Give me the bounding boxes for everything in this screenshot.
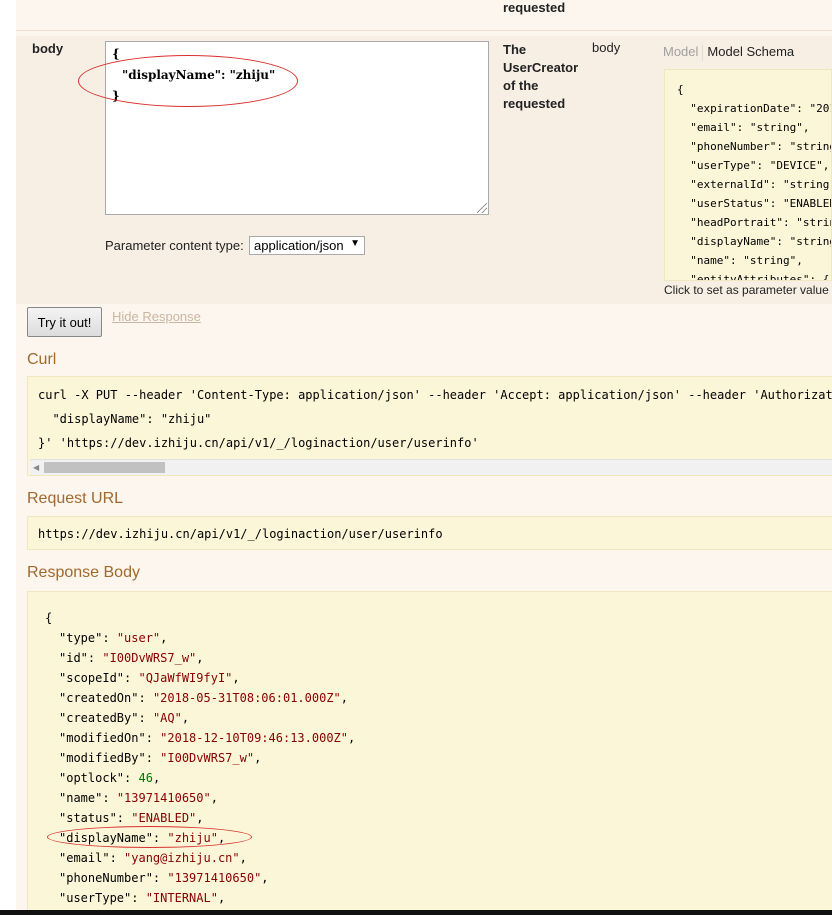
schema-line: "userType": "DEVICE", (677, 159, 830, 172)
response-field-line: "createdOn": "2018-05-31T08:06:01.000Z", (59, 691, 349, 705)
curl-horizontal-scrollbar[interactable]: ◀ (30, 459, 832, 475)
request-url-title: Request URL (27, 490, 124, 507)
bottom-edge (0, 910, 832, 915)
content-type-select[interactable]: application/json ▼ (249, 236, 365, 255)
tab-model[interactable]: Model (663, 44, 698, 59)
left-rail (0, 0, 16, 915)
schema-line: "externalId": "string" (677, 178, 832, 191)
model-schema-box[interactable]: { "expirationDate": "201 "email": "strin… (664, 69, 832, 281)
response-value: "QJaWfWI9fyI" (138, 671, 233, 685)
response-value: "AQ" (152, 711, 182, 725)
response-field-line: "email": "yang@izhiju.cn", (59, 851, 247, 865)
schema-line: "entityAttributes": { (677, 273, 830, 281)
curl-title: Curl (27, 351, 57, 368)
response-value: "2018-12-10T09:46:13.000Z" (160, 731, 348, 745)
description-line: of the (503, 78, 539, 93)
param-name: body (32, 41, 64, 56)
response-value: "I00DvWRS7_w" (160, 751, 255, 765)
content-type-value: application/json (254, 238, 344, 253)
response-field-line: "phoneNumber": "13971410650", (59, 871, 269, 885)
tab-model-schema[interactable]: Model Schema (707, 44, 794, 59)
param-type: body (592, 40, 621, 55)
hide-response-link[interactable]: Hide Response (112, 309, 201, 324)
response-field-line: "optlock": 46, (59, 771, 161, 785)
response-value: "yang@izhiju.cn" (124, 851, 240, 865)
scrollbar-thumb[interactable] (44, 462, 165, 473)
response-value: "INTERNAL" (145, 891, 218, 905)
schema-line: "expirationDate": "201 (677, 102, 832, 115)
schema-line: "name": "string", (677, 254, 803, 267)
response-key: "status" (59, 811, 117, 825)
response-key: "modifiedBy" (59, 751, 146, 765)
response-field-line: "status": "ENABLED", (59, 811, 204, 825)
response-key: "type" (59, 631, 103, 645)
tab-divider (702, 44, 704, 61)
schema-line: "phoneNumber": "string (677, 140, 832, 153)
response-field-line: "type": "user", (59, 631, 168, 645)
schema-line: "headPortrait": "strin (677, 216, 832, 229)
response-field-line: "id": "I00DvWRS7_w", (59, 651, 204, 665)
response-value: "I00DvWRS7_w" (102, 651, 197, 665)
response-value: "13971410650" (116, 791, 211, 805)
response-value: "user" (116, 631, 161, 645)
curl-line: }' 'https://dev.izhiju.cn/api/v1/_/login… (38, 436, 479, 450)
content-type-label: Parameter content type: (105, 238, 244, 253)
model-tabs: Model Model Schema (663, 44, 794, 61)
schema-line: { (677, 83, 684, 96)
response-value: "2018-05-31T08:06:01.000Z" (152, 691, 341, 705)
response-key: "scopeId" (59, 671, 125, 685)
resize-grip-icon[interactable] (477, 203, 487, 213)
previous-param-row: requested (16, 0, 832, 30)
response-value: "13971410650" (167, 871, 262, 885)
response-key: "email" (59, 851, 110, 865)
response-value: 46 (138, 771, 153, 785)
try-it-out-button[interactable]: Try it out! (27, 307, 102, 337)
description-line: The (503, 42, 527, 57)
response-field-line: "modifiedOn": "2018-12-10T09:46:13.000Z"… (59, 731, 356, 745)
schema-line: "email": "string", (677, 121, 810, 134)
response-key: "name" (59, 791, 103, 805)
description-line: UserCreator (503, 60, 579, 75)
annotation-ellipse (47, 826, 252, 848)
response-key: "phoneNumber" (59, 871, 153, 885)
param-description: The UserCreator of the requested (503, 41, 578, 113)
schema-line: "userStatus": "ENABLED (677, 197, 832, 210)
schema-hint: Click to set as parameter value (664, 283, 829, 297)
response-key: "modifiedOn" (59, 731, 146, 745)
curl-line: curl -X PUT --header 'Content-Type: appl… (38, 388, 832, 402)
response-fields: "type": "user", "id": "I00DvWRS7_w", "scop… (45, 628, 832, 908)
previous-param-description: requested (503, 0, 566, 15)
response-key: "createdOn" (59, 691, 139, 705)
scroll-left-arrow-icon[interactable]: ◀ (33, 463, 39, 472)
response-field-line: "modifiedBy": "I00DvWRS7_w", (59, 751, 262, 765)
description-line: requested (503, 96, 566, 111)
response-body-box[interactable]: { "type": "user", "id": "I00DvWRS7_w", "sc… (27, 591, 832, 915)
response-key: "userType" (59, 891, 132, 905)
response-field-line: "userType": "INTERNAL", (59, 891, 226, 905)
row-divider (16, 30, 832, 31)
response-open-brace: { (45, 611, 53, 625)
response-body-title: Response Body (27, 564, 140, 581)
response-key: "optlock" (59, 771, 125, 785)
request-url-box[interactable]: https://dev.izhiju.cn/api/v1/_/loginacti… (27, 516, 832, 550)
response-key: "createdBy" (59, 711, 139, 725)
response-field-line: "name": "13971410650", (59, 791, 218, 805)
response-field-line: "scopeId": "QJaWfWI9fyI", (59, 671, 240, 685)
response-value: "ENABLED" (131, 811, 197, 825)
curl-line: "displayName": "zhiju" (38, 412, 212, 426)
schema-line: "displayName": "string (677, 235, 832, 248)
response-key: "id" (59, 651, 88, 665)
annotation-ellipse (78, 55, 298, 107)
dropdown-arrow-icon: ▼ (350, 238, 360, 249)
request-url-value: https://dev.izhiju.cn/api/v1/_/loginacti… (38, 527, 443, 541)
body-param-row: body { "displayName": "zhiju" } Paramete… (16, 36, 832, 304)
response-field-line: "createdBy": "AQ", (59, 711, 190, 725)
